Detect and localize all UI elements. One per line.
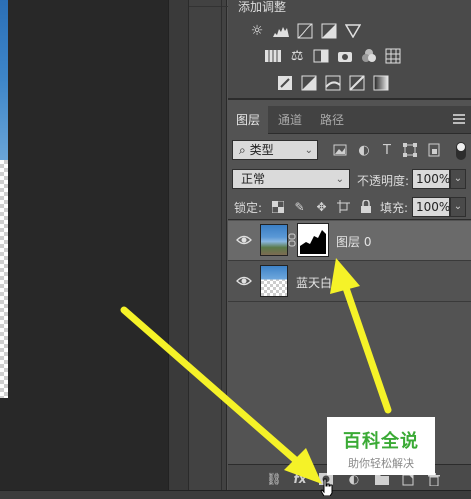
lock-row: 锁定: ✎ ✥ 填充: 100% ⌄: [228, 194, 471, 220]
fill-field[interactable]: 100%: [412, 197, 450, 217]
brightness-icon[interactable]: ☼: [248, 22, 266, 40]
posterize-icon[interactable]: [300, 74, 318, 92]
layer-name[interactable]: 图层 0: [336, 233, 371, 250]
vertical-scrollbar[interactable]: [168, 0, 188, 490]
mask-link-chain-icon[interactable]: [288, 233, 296, 247]
opacity-dropdown-button[interactable]: ⌄: [450, 169, 466, 189]
collapsed-dock: [188, 0, 228, 490]
filter-pixel-icon[interactable]: [332, 142, 348, 158]
lock-image-pixels-brush-icon[interactable]: ✎: [292, 199, 307, 214]
tab-paths[interactable]: 路径: [312, 106, 352, 134]
filter-type-icon[interactable]: T: [379, 142, 395, 158]
photo-filter-icon[interactable]: [336, 47, 354, 65]
layer-mask-thumbnail[interactable]: [297, 223, 329, 257]
layer-row-0[interactable]: 图层 0: [228, 221, 471, 261]
adjustments-title: 添加调整: [238, 0, 287, 14]
lock-all-icon[interactable]: [358, 199, 373, 214]
canvas-area[interactable]: [0, 0, 188, 490]
selective-color-icon[interactable]: [348, 74, 366, 92]
layer-thumbnail[interactable]: [260, 224, 288, 256]
curves-icon[interactable]: [296, 22, 314, 40]
panel-menu-icon[interactable]: [453, 112, 467, 126]
filter-kind-select[interactable]: ⌕ 类型 ⌄: [232, 140, 318, 160]
layer-thumbnail[interactable]: [260, 265, 288, 297]
filter-kind-label: 类型: [249, 143, 274, 157]
visibility-eye-icon[interactable]: [236, 234, 252, 246]
document-canvas[interactable]: [0, 0, 8, 398]
adjustments-row-2: ⚖: [264, 47, 402, 65]
adjustments-panel: 添加调整 ☼ ⚖: [228, 0, 471, 100]
layer-filter-row: ⌕ 类型 ⌄ ◐ T: [228, 136, 471, 164]
blend-mode-value: 正常: [241, 172, 266, 186]
visibility-eye-icon[interactable]: [236, 275, 252, 287]
tab-channels[interactable]: 通道: [270, 106, 310, 134]
blend-mode-select[interactable]: 正常 ⌄: [232, 169, 350, 189]
filter-toggle-switch[interactable]: [456, 142, 466, 160]
layer-name[interactable]: 蓝天白: [296, 274, 332, 291]
levels-icon[interactable]: [272, 22, 290, 40]
lock-transparent-pixels-icon[interactable]: [270, 199, 285, 214]
dock-divider-vertical: [221, 0, 222, 490]
filter-adjustment-icon[interactable]: ◐: [356, 142, 372, 158]
tab-layers[interactable]: 图层: [228, 106, 269, 134]
lock-position-move-icon[interactable]: ✥: [314, 199, 329, 214]
adjustments-row-3: [276, 74, 390, 92]
filter-smart-object-icon[interactable]: [426, 142, 442, 158]
blend-row: 正常 ⌄ 不透明度: 100% ⌄: [228, 166, 471, 192]
lock-label: 锁定:: [234, 201, 263, 215]
watermark-title: 百科全说: [343, 431, 419, 452]
chevron-down-icon: ⌄: [335, 174, 344, 185]
lock-artboard-icon[interactable]: [336, 199, 351, 214]
layer-row-1[interactable]: 蓝天白: [228, 262, 471, 302]
adjustments-row-1: ☼: [248, 22, 362, 40]
bw-icon[interactable]: [312, 47, 330, 65]
fill-label: 填充:: [380, 201, 409, 215]
gradient-triangle-icon[interactable]: [344, 22, 362, 40]
dock-divider: [189, 6, 228, 7]
search-icon: ⌕: [239, 143, 246, 157]
threshold-icon[interactable]: [324, 74, 342, 92]
status-bar: [0, 490, 471, 499]
watermark-subtitle: 助你轻松解决: [348, 457, 414, 470]
opacity-field[interactable]: 100%: [412, 169, 450, 189]
mouse-cursor-hand-icon: [320, 478, 333, 496]
gradient-map-icon[interactable]: [372, 74, 390, 92]
exposure-icon[interactable]: [320, 22, 338, 40]
chevron-down-icon: ⌄: [304, 145, 313, 156]
invert-icon[interactable]: [276, 74, 294, 92]
opacity-label: 不透明度:: [357, 174, 410, 188]
fill-dropdown-button[interactable]: ⌄: [450, 197, 466, 217]
link-layers-icon[interactable]: ⛓: [266, 471, 282, 487]
vibrance-icon[interactable]: [264, 47, 282, 65]
balance-icon[interactable]: ⚖: [288, 47, 306, 65]
channel-mixer-icon[interactable]: [360, 47, 378, 65]
sky-image-edge: [0, 0, 8, 160]
grid-lookup-icon[interactable]: [384, 47, 402, 65]
watermark-logo: 百科全说 助你轻松解决: [327, 417, 435, 475]
fx-icon[interactable]: fx: [292, 471, 308, 487]
filter-shape-icon[interactable]: [402, 142, 418, 158]
layers-panel-tabs: 图层 通道 路径: [228, 106, 471, 134]
transparency-checkerboard: [0, 160, 8, 398]
